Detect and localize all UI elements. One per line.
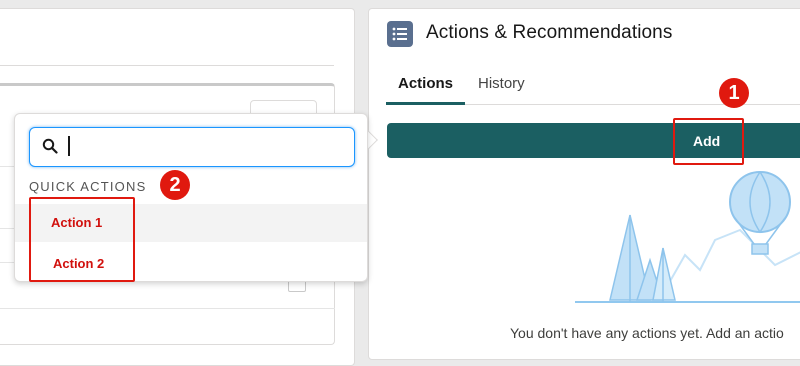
empty-state-message: You don't have any actions yet. Add an a…: [510, 325, 784, 341]
text-cursor: [68, 136, 70, 156]
hot-air-balloon-illustration: [575, 171, 800, 303]
tab-actions[interactable]: Actions: [386, 75, 465, 105]
card-title: Actions & Recommendations: [426, 22, 673, 43]
annotation-badge-1: 1: [719, 78, 749, 108]
quick-actions-header: QUICK ACTIONS: [29, 179, 147, 194]
search-input[interactable]: [29, 127, 355, 167]
divider: [0, 65, 334, 66]
list-icon: [387, 21, 413, 47]
tab-history[interactable]: History: [478, 75, 525, 92]
annotation-highlight-actions: [29, 197, 135, 282]
annotation-highlight-add: [673, 118, 744, 165]
search-icon: [42, 138, 58, 154]
annotation-badge-2: 2: [160, 170, 190, 200]
divider: [0, 308, 335, 309]
